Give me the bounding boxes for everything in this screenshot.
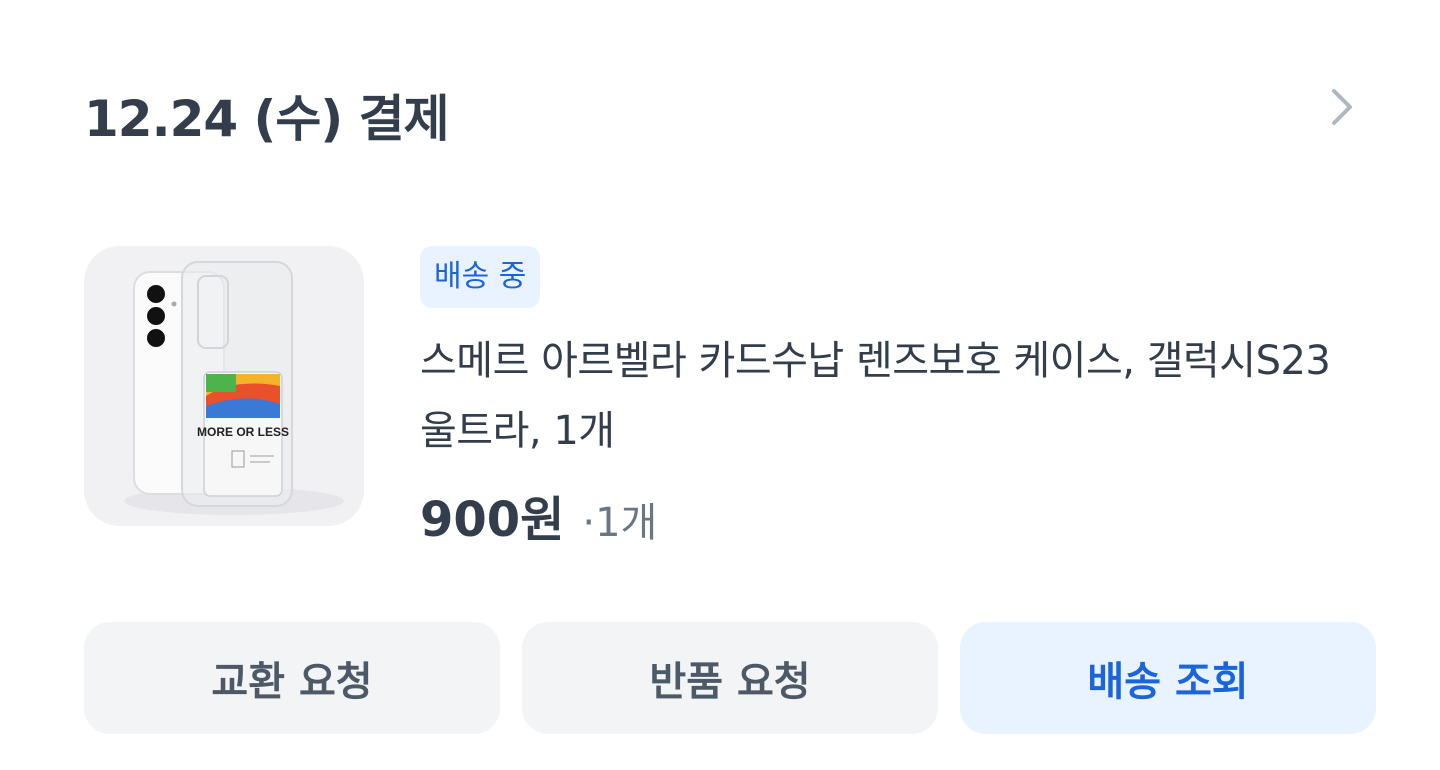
product-thumbnail[interactable]: MORE OR LESS: [84, 246, 364, 526]
product-name[interactable]: 스메르 아르벨라 카드수납 렌즈보호 케이스, 갤럭시S23 울트라, 1개: [420, 326, 1370, 466]
return-request-button[interactable]: 반품 요청: [522, 622, 938, 734]
order-date-title: 12.24 (수) 결제: [84, 90, 450, 148]
track-delivery-button[interactable]: 배송 조회: [960, 622, 1376, 734]
exchange-request-button[interactable]: 교환 요청: [84, 622, 500, 734]
price-row: 900원 ·1개: [420, 480, 1376, 550]
chevron-right-icon[interactable]: [1322, 82, 1362, 132]
product-info: 배송 중 스메르 아르벨라 카드수납 렌즈보호 케이스, 갤럭시S23 울트라,…: [420, 246, 1376, 550]
order-header[interactable]: 12.24 (수) 결제: [84, 80, 1376, 150]
action-buttons: 교환 요청 반품 요청 배송 조회: [84, 622, 1376, 734]
product-row[interactable]: MORE OR LESS 배송 중 스메르 아르벨라 카드수납 렌즈보호 케이스…: [84, 246, 1376, 548]
product-quantity: ·1개: [582, 500, 658, 546]
status-badge: 배송 중: [420, 246, 541, 308]
image-print-label: MORE OR LESS: [197, 425, 289, 439]
product-price: 900원: [420, 492, 565, 548]
phone-case-image: MORE OR LESS: [84, 246, 364, 526]
order-card: 12.24 (수) 결제 MORE OR LESS 배송 중 스메르 아르벨라 …: [0, 0, 1440, 770]
